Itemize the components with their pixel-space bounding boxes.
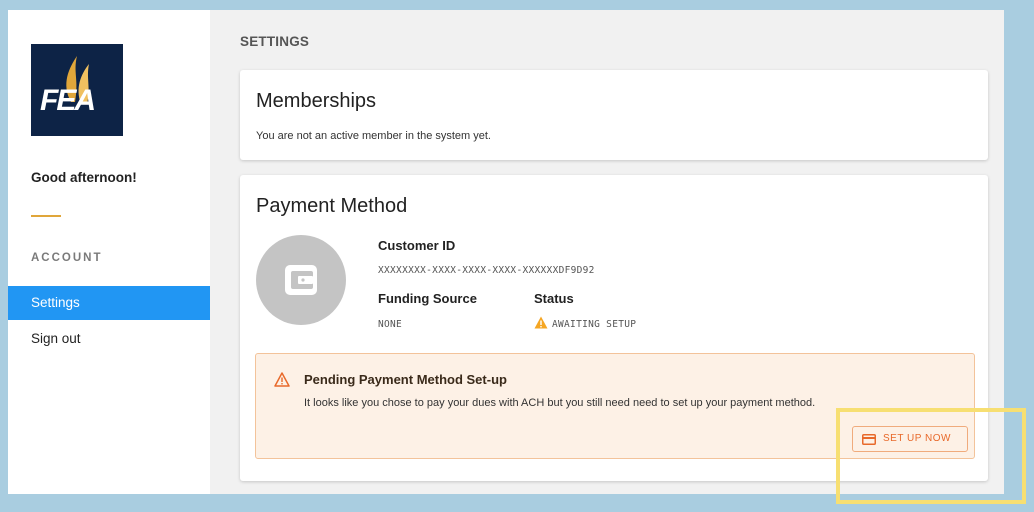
customer-id-label: Customer ID (378, 238, 456, 253)
app-window: FEA Good afternoon! ACCOUNT Settings Sig… (8, 10, 1004, 494)
credit-card-icon (862, 434, 876, 445)
status-label: Status (534, 291, 574, 306)
payment-method-title: Payment Method (256, 195, 408, 217)
pending-payment-alert: Pending Payment Method Set-up It looks l… (255, 353, 975, 459)
wallet-icon (285, 265, 317, 295)
warning-icon (274, 372, 290, 387)
status-value: AWAITING SETUP (552, 319, 637, 330)
warning-icon (534, 316, 548, 329)
funding-source-label: Funding Source (378, 291, 477, 306)
sidebar-item-sign-out[interactable]: Sign out (8, 322, 210, 356)
sidebar-item-settings[interactable]: Settings (8, 286, 210, 320)
memberships-card: Memberships You are not an active member… (240, 70, 988, 160)
set-up-now-button[interactable]: SET UP NOW (852, 426, 968, 452)
customer-id-value: XXXXXXXX-XXXX-XXXX-XXXX-XXXXXXDF9D92 (378, 265, 595, 276)
memberships-title: Memberships (256, 90, 377, 112)
alert-title: Pending Payment Method Set-up (304, 372, 507, 387)
memberships-text: You are not an active member in the syst… (256, 130, 491, 142)
page-title: SETTINGS (240, 34, 310, 49)
logo-text: FEA (40, 84, 96, 117)
sidebar: FEA Good afternoon! ACCOUNT Settings Sig… (8, 10, 210, 494)
fea-logo: FEA (31, 44, 123, 136)
payment-method-card: Payment Method Customer ID XXXXXXXX-XXXX… (240, 175, 988, 481)
set-up-now-label: SET UP NOW (883, 433, 951, 444)
divider (31, 215, 61, 217)
payment-avatar (256, 235, 346, 325)
greeting-text: Good afternoon! (31, 170, 137, 185)
funding-source-value: NONE (378, 319, 403, 330)
alert-text: It looks like you chose to pay your dues… (304, 397, 816, 409)
section-label-account: ACCOUNT (31, 252, 103, 264)
